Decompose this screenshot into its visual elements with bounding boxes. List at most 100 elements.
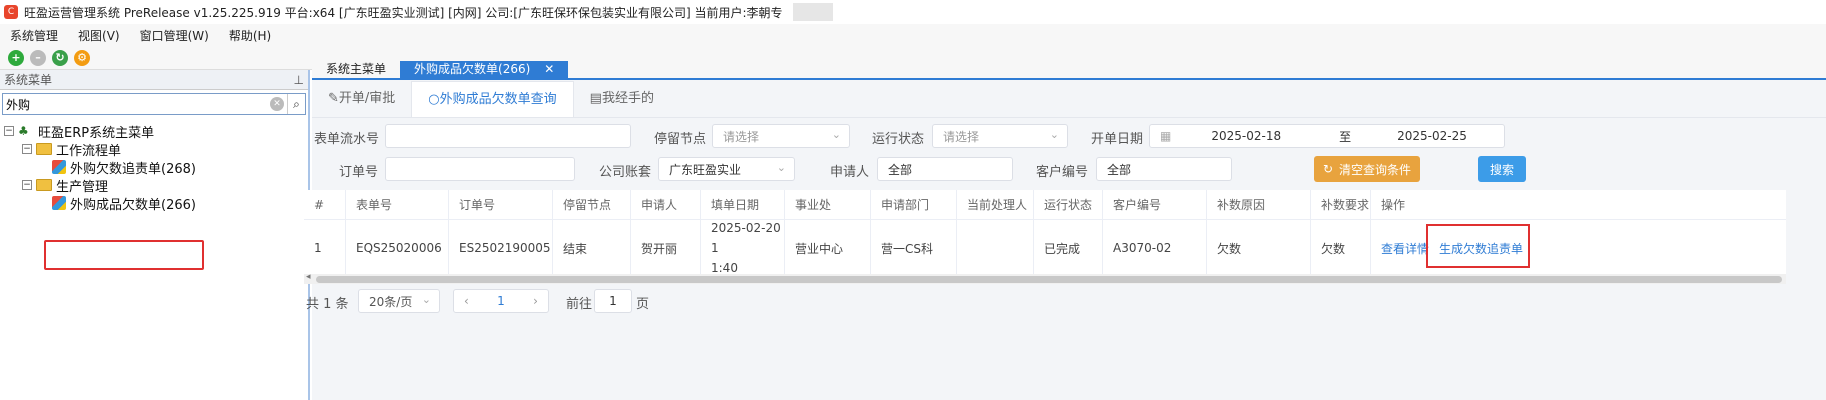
horizontal-scrollbar[interactable]: ◂ — [304, 272, 1786, 284]
cell-reason: 欠数 — [1207, 220, 1311, 276]
tab-handled-by-me[interactable]: ▤我经手的 — [574, 81, 670, 117]
date-range-picker[interactable]: ▦ 2025-02-18 至 2025-02-25 — [1149, 124, 1505, 148]
main-panel: 系统主菜单 外购成品欠数单(266) ✕ ✎开单/审批 ○外购成品欠数单查询 ▤… — [304, 61, 1826, 400]
col-customer: 客户编号 — [1103, 190, 1207, 219]
stop-icon[interactable]: – — [30, 49, 46, 66]
prev-page-button[interactable]: ‹ — [464, 294, 469, 308]
sidebar-search[interactable]: 外购 ✕ ⌕ — [2, 93, 306, 115]
tree-item-purchase-product-shortage[interactable]: 外购成品欠数单(266) — [4, 194, 308, 213]
cell-dept: 营一CS科 — [871, 220, 957, 276]
form-icon — [52, 160, 66, 174]
document-tabs: 系统主菜单 外购成品欠数单(266) ✕ — [312, 61, 1826, 80]
col-requirement: 补数要求 — [1311, 190, 1371, 219]
menu-window[interactable]: 窗口管理(W) — [140, 27, 209, 44]
highlight-annotation — [44, 240, 204, 270]
date-line: 2025-02-20 1 — [711, 221, 781, 255]
sidebar-search-input[interactable]: 外购 — [3, 96, 270, 113]
chevron-down-icon: ⌄ — [421, 293, 431, 306]
table-row: 1 EQS25020006 ES2502190005 结束 贺开丽 2025-0… — [304, 220, 1786, 276]
applicant-input[interactable]: 全部 — [877, 157, 1013, 181]
serial-label: 表单流水号 — [314, 132, 380, 147]
next-page-button[interactable]: › — [533, 294, 538, 308]
goto-page-input[interactable]: 1 — [594, 289, 632, 313]
page-navigator: ‹ 1 › — [453, 289, 549, 313]
serial-input[interactable] — [385, 124, 631, 148]
col-applicant: 申请人 — [631, 190, 701, 219]
cell-customer: A3070-02 — [1103, 220, 1207, 276]
tab-label: 开单/审批 — [338, 91, 396, 106]
tree-item-label: 外购成品欠数单(266) — [70, 197, 196, 213]
tab-create-approve[interactable]: ✎开单/审批 — [312, 81, 411, 117]
generate-accountability-link[interactable]: 生成欠数追责单 — [1439, 240, 1523, 257]
tab-purchase-product-shortage[interactable]: 外购成品欠数单(266) ✕ — [400, 61, 569, 78]
col-reason: 补数原因 — [1207, 190, 1311, 219]
date-separator: 至 — [1339, 129, 1352, 144]
close-icon[interactable]: ✕ — [544, 61, 554, 78]
selected-value: 全部 — [888, 162, 913, 177]
col-actions: 操作 — [1381, 198, 1406, 212]
col-form-no: 表单号 — [346, 190, 449, 219]
clear-filters-button[interactable]: ↻ 清空查询条件 — [1314, 156, 1420, 182]
tab-main-menu[interactable]: 系统主菜单 — [312, 61, 400, 78]
company-select[interactable]: 广东旺盈实业 ⌄ — [658, 157, 795, 181]
gear-icon[interactable]: ⚙ — [74, 49, 90, 66]
col-date: 填单日期 — [701, 190, 785, 219]
edit-icon: ✎ — [328, 91, 339, 106]
order-input[interactable] — [385, 157, 575, 181]
menu-help[interactable]: 帮助(H) — [229, 27, 271, 44]
menu-view[interactable]: 视图(V) — [78, 27, 120, 44]
chevron-down-icon: ⌄ — [1049, 128, 1059, 141]
scrollbar-thumb[interactable] — [316, 276, 1782, 283]
button-label: 清空查询条件 — [1339, 162, 1412, 177]
tab-query[interactable]: ○外购成品欠数单查询 — [411, 81, 574, 117]
refresh-icon[interactable]: ↻ — [52, 49, 68, 66]
scroll-left-icon[interactable]: ◂ — [306, 272, 311, 282]
collapse-icon[interactable]: − — [22, 180, 32, 190]
refresh-icon: ↻ — [1322, 162, 1334, 176]
run-status-select[interactable]: 请选择 ⌄ — [932, 124, 1068, 148]
date-from: 2025-02-18 — [1211, 129, 1282, 143]
selected-value: 20条/页 — [369, 294, 413, 309]
cell-stop-node: 结束 — [553, 220, 631, 276]
clear-icon[interactable]: ✕ — [270, 97, 284, 111]
stop-node-select[interactable]: 请选择 ⌄ — [712, 124, 850, 148]
search-icon: ○ — [428, 92, 440, 107]
add-icon[interactable]: + — [8, 49, 24, 66]
cell-actions: 查看详情 生成欠数追责单 — [1371, 220, 1551, 276]
collapse-icon[interactable]: − — [4, 126, 14, 136]
chevron-down-icon: ⌄ — [831, 128, 841, 141]
pin-icon[interactable]: ⊥ — [294, 73, 304, 87]
page-size-select[interactable]: 20条/页 ⌄ — [358, 289, 440, 313]
col-stop-node: 停留节点 — [553, 190, 631, 219]
window-title: 旺盈运营管理系统 PreRelease v1.25.225.919 平台:x64… — [24, 5, 783, 20]
cell-order-no: ES2502190005 — [449, 220, 553, 276]
menu-tree: − ♣ 旺盈ERP系统主菜单 − 工作流程单 外购欠数追责单(268) − 生产… — [0, 118, 308, 213]
tree-item-purchase-shortage-accountability[interactable]: 外购欠数追责单(268) — [4, 158, 308, 177]
tree-group-production[interactable]: − 生产管理 — [4, 176, 308, 195]
search-icon[interactable]: ⌕ — [287, 94, 305, 114]
applicant-label: 申请人 — [830, 165, 870, 180]
tree-group-workflow[interactable]: − 工作流程单 — [4, 140, 308, 159]
search-button[interactable]: 搜索 — [1478, 156, 1526, 182]
folder-icon — [36, 143, 52, 155]
current-page[interactable]: 1 — [497, 294, 505, 308]
sidebar-title: 系统菜单 — [4, 73, 53, 87]
selected-value: 广东旺盈实业 — [669, 162, 742, 177]
sidebar: 系统菜单 ⊥ 外购 ✕ ⌕ − ♣ 旺盈ERP系统主菜单 − 工作流程单 外购欠… — [0, 70, 310, 400]
tab-label: 外购成品欠数单(266) — [414, 62, 531, 76]
tree-root[interactable]: − ♣ 旺盈ERP系统主菜单 — [4, 122, 308, 141]
tree-root-label: 旺盈ERP系统主菜单 — [38, 125, 155, 141]
table-header: # 表单号 订单号 停留节点 申请人 填单日期 事业处 申请部门 当前处理人 运… — [304, 190, 1786, 220]
col-division: 事业处 — [785, 190, 871, 219]
blurred-region — [792, 3, 833, 21]
collapse-icon[interactable]: − — [22, 144, 32, 154]
cell-index: 1 — [304, 220, 346, 276]
view-details-link[interactable]: 查看详情 — [1381, 240, 1429, 257]
results-table: # 表单号 订单号 停留节点 申请人 填单日期 事业处 申请部门 当前处理人 运… — [304, 190, 1786, 276]
app-logo-icon: C — [4, 5, 18, 19]
col-index: # — [304, 190, 346, 219]
menu-system[interactable]: 系统管理 — [10, 27, 58, 44]
cell-handler — [957, 220, 1034, 276]
col-order-no: 订单号 — [449, 190, 553, 219]
customer-input[interactable]: 全部 — [1096, 157, 1232, 181]
